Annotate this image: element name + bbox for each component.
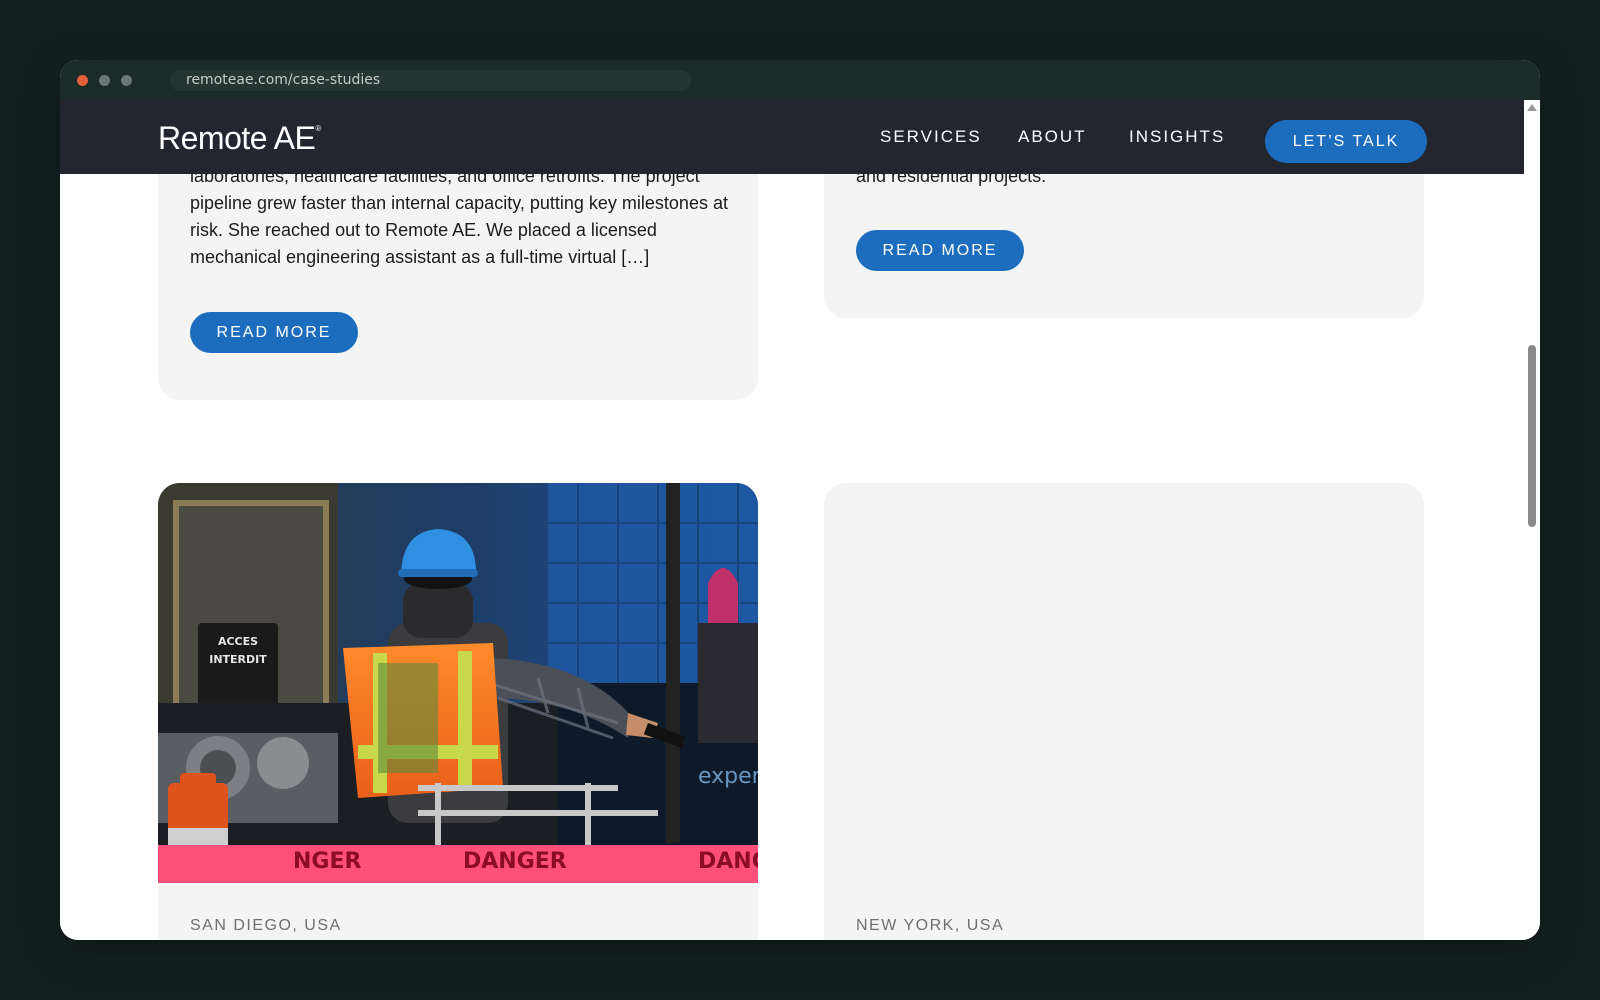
tape-text: DANG: [698, 849, 758, 874]
case-study-card: NEW YORK, USA: [824, 483, 1424, 940]
lets-talk-button[interactable]: LET’S TALK: [1265, 120, 1427, 163]
minimize-window-button[interactable]: [99, 75, 110, 86]
case-study-excerpt: laboratories, healthcare facilities, and…: [190, 166, 728, 267]
case-study-location: NEW YORK, USA: [856, 917, 1005, 934]
browser-window: remoteae.com/case-studies Remote AE® SER…: [60, 60, 1540, 940]
tape-text: NGER: [293, 849, 361, 874]
scrollbar-thumb[interactable]: [1528, 345, 1536, 527]
image-placeholder: [824, 483, 1424, 883]
site-logo[interactable]: Remote AE®: [158, 120, 321, 157]
address-bar[interactable]: remoteae.com/case-studies: [170, 70, 691, 91]
nav-link-insights[interactable]: INSIGHTS: [1129, 127, 1225, 147]
nav-link-about[interactable]: ABOUT: [1018, 127, 1087, 147]
read-more-button[interactable]: READ MORE: [856, 230, 1024, 271]
case-study-location: SAN DIEGO, USA: [190, 917, 342, 934]
case-study-card: ACCES INTERDIT expert: [158, 483, 758, 940]
scroll-up-arrow-icon[interactable]: [1527, 104, 1537, 111]
page-viewport: Remote AE® SERVICES ABOUT INSIGHTS LET’S…: [60, 100, 1524, 940]
read-more-button[interactable]: READ MORE: [190, 312, 358, 353]
nav-link-services[interactable]: SERVICES: [880, 127, 982, 147]
logo-registered-mark: ®: [315, 124, 321, 133]
construction-worker-photo[interactable]: ACCES INTERDIT expert: [158, 483, 758, 883]
site-header: Remote AE® SERVICES ABOUT INSIGHTS LET’S…: [60, 100, 1524, 174]
scrollbar[interactable]: [1524, 100, 1540, 940]
browser-titlebar: remoteae.com/case-studies: [60, 60, 1540, 100]
window-text: expert: [698, 764, 758, 789]
sign-text: ACCES: [218, 635, 258, 648]
close-window-button[interactable]: [77, 75, 88, 86]
maximize-window-button[interactable]: [121, 75, 132, 86]
tape-text: DANGER: [463, 849, 567, 874]
logo-text: Remote AE: [158, 120, 316, 156]
sign-text: INTERDIT: [209, 653, 267, 666]
